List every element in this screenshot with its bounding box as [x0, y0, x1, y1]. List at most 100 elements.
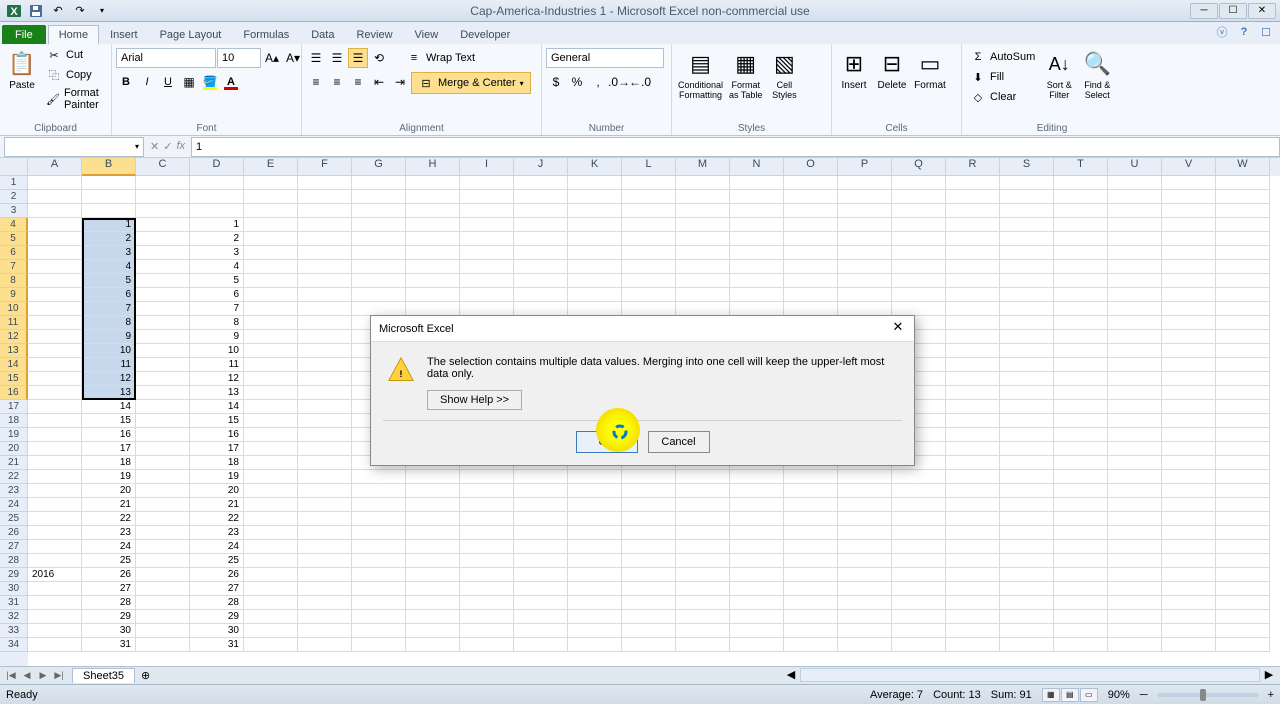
zoom-slider[interactable]: [1158, 693, 1258, 697]
cell[interactable]: [82, 204, 136, 218]
cell[interactable]: [514, 288, 568, 302]
cell[interactable]: [460, 638, 514, 652]
cell[interactable]: [1000, 344, 1054, 358]
cell[interactable]: [892, 288, 946, 302]
cell[interactable]: [1216, 610, 1270, 624]
cell[interactable]: [568, 176, 622, 190]
cell[interactable]: [136, 288, 190, 302]
cell[interactable]: [676, 302, 730, 316]
cell[interactable]: [892, 302, 946, 316]
column-headers[interactable]: ABCDEFGHIJKLMNOPQRSTUVW: [28, 158, 1280, 176]
cell[interactable]: [136, 190, 190, 204]
cell[interactable]: [1000, 400, 1054, 414]
cell[interactable]: [1000, 582, 1054, 596]
cell[interactable]: [1216, 204, 1270, 218]
cell[interactable]: [676, 498, 730, 512]
formula-input[interactable]: 1: [191, 137, 1280, 157]
cell[interactable]: 22: [82, 512, 136, 526]
cell[interactable]: 6: [82, 288, 136, 302]
cell[interactable]: [460, 540, 514, 554]
cell[interactable]: [1000, 540, 1054, 554]
cell[interactable]: [406, 190, 460, 204]
cell[interactable]: [1000, 456, 1054, 470]
cell[interactable]: [298, 274, 352, 288]
cell[interactable]: [892, 232, 946, 246]
cell[interactable]: [1000, 372, 1054, 386]
cell[interactable]: [406, 246, 460, 260]
cell[interactable]: [298, 568, 352, 582]
cell[interactable]: [298, 330, 352, 344]
enter-formula-icon[interactable]: ✓: [163, 140, 172, 153]
cell[interactable]: [28, 554, 82, 568]
cell[interactable]: [136, 582, 190, 596]
cell[interactable]: [622, 190, 676, 204]
row-header[interactable]: 24: [0, 498, 28, 512]
cell[interactable]: [1216, 596, 1270, 610]
decrease-decimal-icon[interactable]: ←.0: [630, 72, 650, 92]
cell[interactable]: [1108, 358, 1162, 372]
cell[interactable]: [946, 190, 1000, 204]
cell[interactable]: [1162, 232, 1216, 246]
cell[interactable]: [136, 302, 190, 316]
cell[interactable]: [136, 540, 190, 554]
cell[interactable]: [136, 428, 190, 442]
cell[interactable]: [1000, 624, 1054, 638]
cell[interactable]: [1108, 568, 1162, 582]
cell[interactable]: [460, 176, 514, 190]
next-sheet-icon[interactable]: ▶: [36, 670, 50, 681]
cell[interactable]: 5: [190, 274, 244, 288]
cell[interactable]: [298, 260, 352, 274]
cell[interactable]: [352, 526, 406, 540]
cell[interactable]: [28, 246, 82, 260]
cell[interactable]: [622, 610, 676, 624]
col-header-M[interactable]: M: [676, 158, 730, 176]
row-header[interactable]: 7: [0, 260, 28, 274]
cell[interactable]: [838, 260, 892, 274]
row-header[interactable]: 12: [0, 330, 28, 344]
cell[interactable]: [1108, 232, 1162, 246]
cell[interactable]: [622, 302, 676, 316]
cell[interactable]: [676, 204, 730, 218]
cell[interactable]: [784, 246, 838, 260]
cell[interactable]: [298, 484, 352, 498]
cell[interactable]: 6: [190, 288, 244, 302]
cell[interactable]: [1108, 470, 1162, 484]
cell[interactable]: [730, 232, 784, 246]
cell[interactable]: [1162, 596, 1216, 610]
cell[interactable]: [568, 204, 622, 218]
cell[interactable]: [1162, 274, 1216, 288]
cell[interactable]: [838, 526, 892, 540]
cell[interactable]: [136, 344, 190, 358]
cell[interactable]: [946, 400, 1000, 414]
cell[interactable]: [622, 540, 676, 554]
cell[interactable]: [28, 372, 82, 386]
col-header-G[interactable]: G: [352, 158, 406, 176]
cell[interactable]: [1216, 176, 1270, 190]
cell[interactable]: 8: [82, 316, 136, 330]
cell[interactable]: [1000, 288, 1054, 302]
first-sheet-icon[interactable]: |◀: [4, 670, 18, 681]
format-painter-button[interactable]: 🖌Format Painter: [42, 86, 107, 112]
zoom-out-icon[interactable]: ─: [1140, 689, 1148, 701]
cell[interactable]: [1216, 512, 1270, 526]
cell[interactable]: [298, 302, 352, 316]
cell[interactable]: [892, 190, 946, 204]
cell[interactable]: [1054, 456, 1108, 470]
cell[interactable]: [244, 190, 298, 204]
clear-button[interactable]: ◇Clear: [966, 88, 1039, 106]
cell[interactable]: [136, 176, 190, 190]
align-middle-icon[interactable]: ☰: [327, 48, 347, 68]
cell[interactable]: 25: [82, 554, 136, 568]
cell[interactable]: [244, 442, 298, 456]
cell[interactable]: [136, 274, 190, 288]
cell[interactable]: [1054, 190, 1108, 204]
cell[interactable]: [514, 176, 568, 190]
cell[interactable]: [1162, 400, 1216, 414]
col-header-V[interactable]: V: [1162, 158, 1216, 176]
cell[interactable]: [298, 372, 352, 386]
cell[interactable]: [568, 470, 622, 484]
merge-center-button[interactable]: ⊟Merge & Center▾: [411, 72, 531, 94]
cell[interactable]: [1162, 470, 1216, 484]
row-header[interactable]: 18: [0, 414, 28, 428]
cell[interactable]: 3: [190, 246, 244, 260]
